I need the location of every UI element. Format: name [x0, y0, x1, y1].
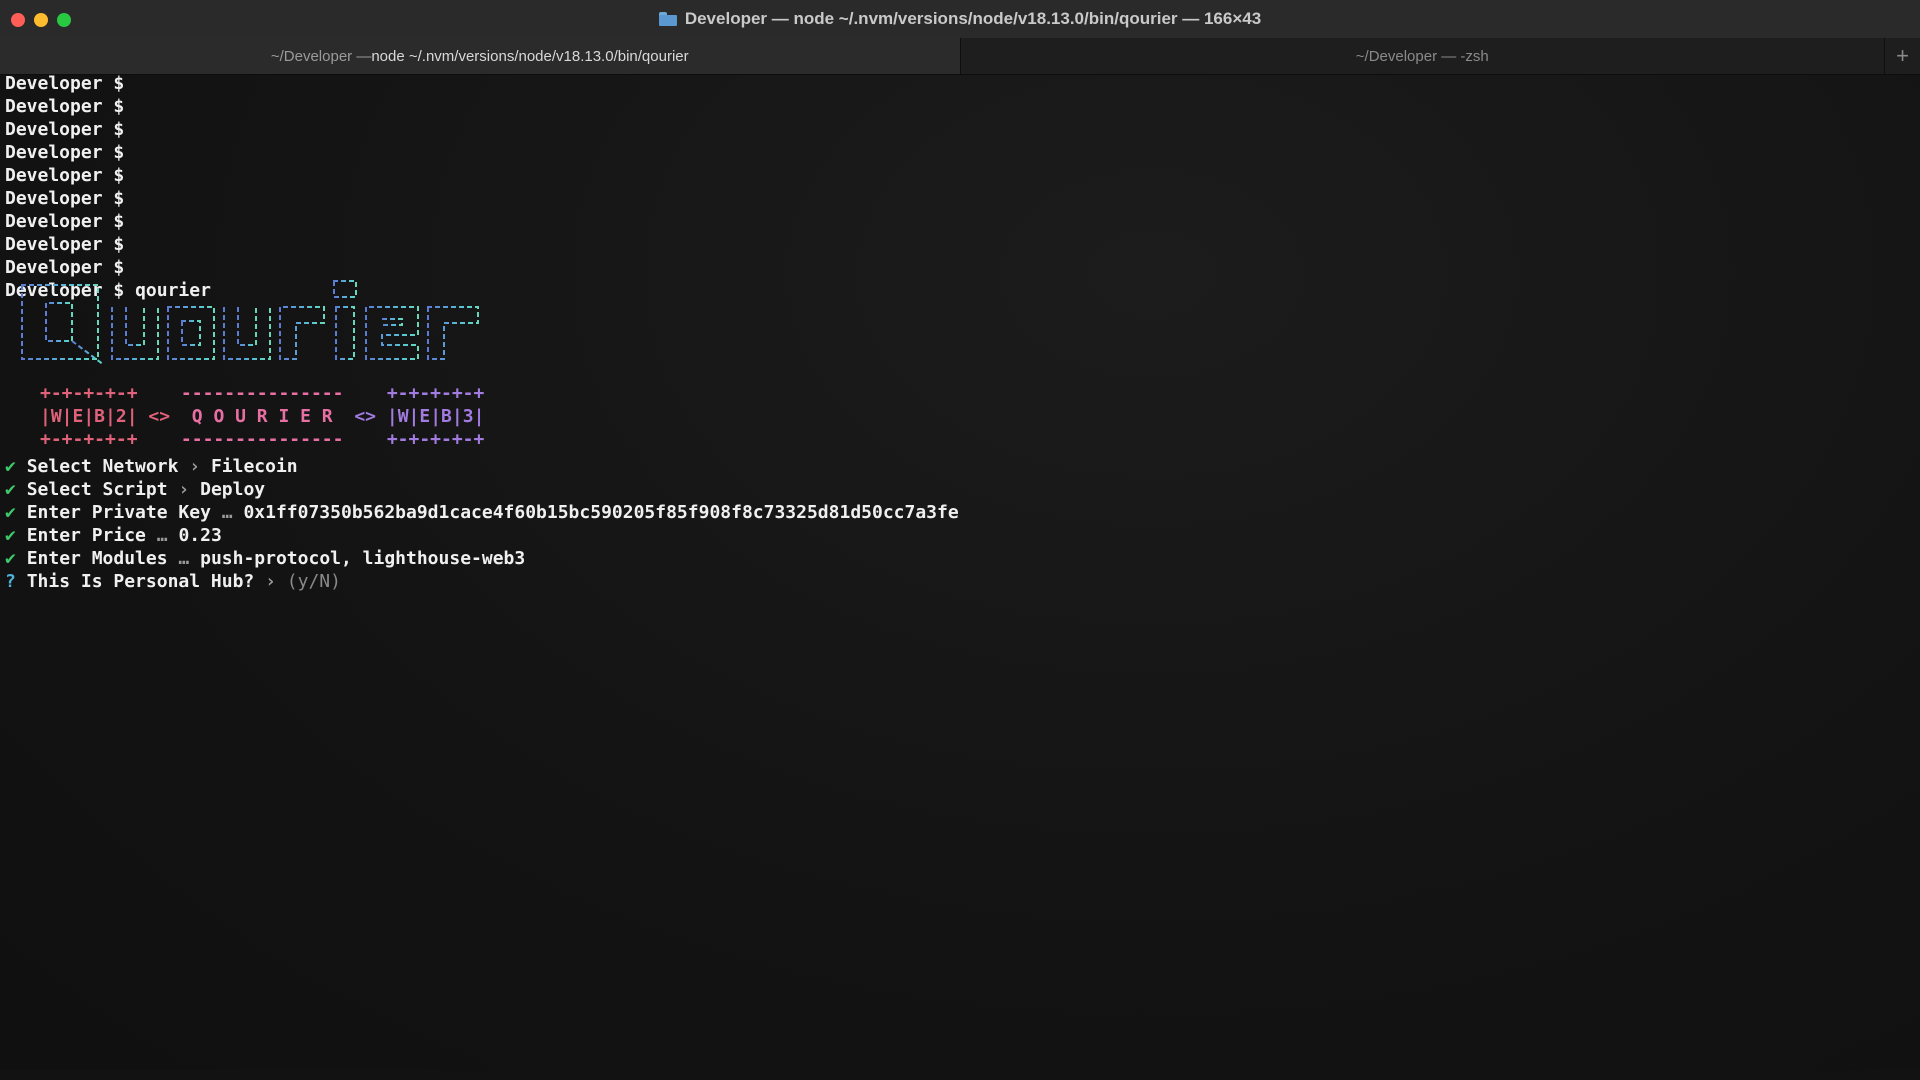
folder-icon: [658, 12, 677, 26]
prompt-result-network: ✔ Select Network › Filecoin: [5, 455, 298, 478]
prompt-result-modules: ✔ Enter Modules … push-protocol, lightho…: [5, 547, 525, 570]
prompt-result-price: ✔ Enter Price … 0.23: [5, 524, 222, 547]
prompt-result-private-key: ✔ Enter Private Key … 0x1ff07350b562ba9d…: [5, 501, 959, 524]
web2-label: |W|E|B|2|: [40, 406, 138, 427]
prompt-separator: …: [178, 548, 190, 569]
tab-label: node ~/.nvm/versions/node/v18.13.0/bin/q…: [371, 47, 689, 65]
prompt-label: Enter Price: [26, 525, 146, 546]
prompt-separator: ›: [178, 479, 190, 500]
check-icon: ✔: [5, 525, 16, 546]
prompt-line: Developer $: [5, 188, 125, 209]
close-button[interactable]: [11, 13, 25, 27]
tab-prefix: ~/Developer —: [270, 47, 372, 65]
qourier-rule-bottom: ---------------: [180, 429, 344, 450]
prompt-line: Developer $: [5, 119, 125, 140]
prompt-line: Developer $: [5, 211, 125, 232]
qourier-ascii-logo: [21, 280, 479, 366]
window-title: Developer — node ~/.nvm/versions/node/v1…: [658, 9, 1262, 29]
arrow-left: <>: [148, 406, 171, 427]
web3-border-top: +-+-+-+-+: [386, 383, 485, 404]
terminal-window: Developer — node ~/.nvm/versions/node/v1…: [0, 0, 1920, 1080]
prompt-separator: …: [221, 502, 233, 523]
window-title-text: Developer — node ~/.nvm/versions/node/v1…: [684, 9, 1262, 28]
tab-bar: ~/Developer — node ~/.nvm/versions/node/…: [0, 38, 1920, 75]
arrow-right: <>: [354, 406, 377, 427]
check-icon: ✔: [5, 548, 16, 569]
prompt-line: Developer $: [5, 234, 125, 255]
prompt-value: Filecoin: [210, 456, 298, 477]
minimize-button[interactable]: [34, 13, 48, 27]
banner-top: +-+-+-+-+ --------------- +-+-+-+-+: [40, 382, 484, 405]
prompt-label: Enter Private Key: [26, 502, 211, 523]
prompt-separator: ›: [189, 456, 201, 477]
prompt-label: Select Network: [26, 456, 179, 477]
banner-bottom: +-+-+-+-+ --------------- +-+-+-+-+: [40, 428, 484, 451]
tab-zsh[interactable]: ~/Developer — -zsh: [959, 38, 1885, 74]
window-controls: [11, 13, 71, 27]
prompt-label: Select Script: [26, 479, 168, 500]
prompt-hint: (y/N): [286, 571, 341, 592]
qourier-rule-top: ---------------: [180, 383, 344, 404]
prompt-separator: ›: [265, 571, 276, 592]
title-bar[interactable]: Developer — node ~/.nvm/versions/node/v1…: [0, 0, 1920, 38]
check-icon: ✔: [5, 502, 16, 523]
prompt-line: Developer $: [5, 142, 125, 163]
prompt-label: Enter Modules: [26, 548, 168, 569]
prompt-value: 0x1ff07350b562ba9d1cace4f60b15bc590205f8…: [243, 502, 959, 523]
prompt-separator: …: [156, 525, 168, 546]
new-tab-button[interactable]: +: [1884, 38, 1920, 74]
tab-label: ~/Developer — -zsh: [1355, 47, 1489, 65]
status-strip: [0, 1070, 1920, 1080]
web2-border-bottom: +-+-+-+-+: [40, 429, 138, 450]
prompt-value: 0.23: [178, 525, 222, 546]
prompt-value: Deploy: [200, 479, 266, 500]
banner-middle: |W|E|B|2| <> Q O U R I E R <> |W|E|B|3|: [40, 405, 484, 428]
web2-border-top: +-+-+-+-+: [40, 383, 138, 404]
web3-border-bottom: +-+-+-+-+: [386, 429, 485, 450]
prompt-line: Developer $: [5, 73, 125, 94]
qourier-label: Q O U R I E R: [191, 406, 333, 427]
tab-qourier[interactable]: ~/Developer — node ~/.nvm/versions/node/…: [0, 38, 960, 74]
check-icon: ✔: [5, 456, 16, 477]
prompt-line: Developer $: [5, 96, 125, 117]
check-icon: ✔: [5, 479, 16, 500]
zoom-button[interactable]: [57, 13, 71, 27]
prompt-label: This Is Personal Hub?: [26, 571, 255, 592]
terminal-output[interactable]: Developer $ Developer $ Developer $ Deve…: [0, 73, 1920, 1070]
plus-icon: +: [1896, 43, 1909, 68]
prompt-line: Developer $: [5, 165, 125, 186]
prompt-question-personal-hub[interactable]: ? This Is Personal Hub? › (y/N): [5, 570, 341, 593]
prompt-result-script: ✔ Select Script › Deploy: [5, 478, 265, 501]
prompt-value: push-protocol, lighthouse-web3: [200, 548, 526, 569]
question-icon: ?: [5, 571, 16, 592]
web3-label: |W|E|B|3|: [386, 406, 485, 427]
